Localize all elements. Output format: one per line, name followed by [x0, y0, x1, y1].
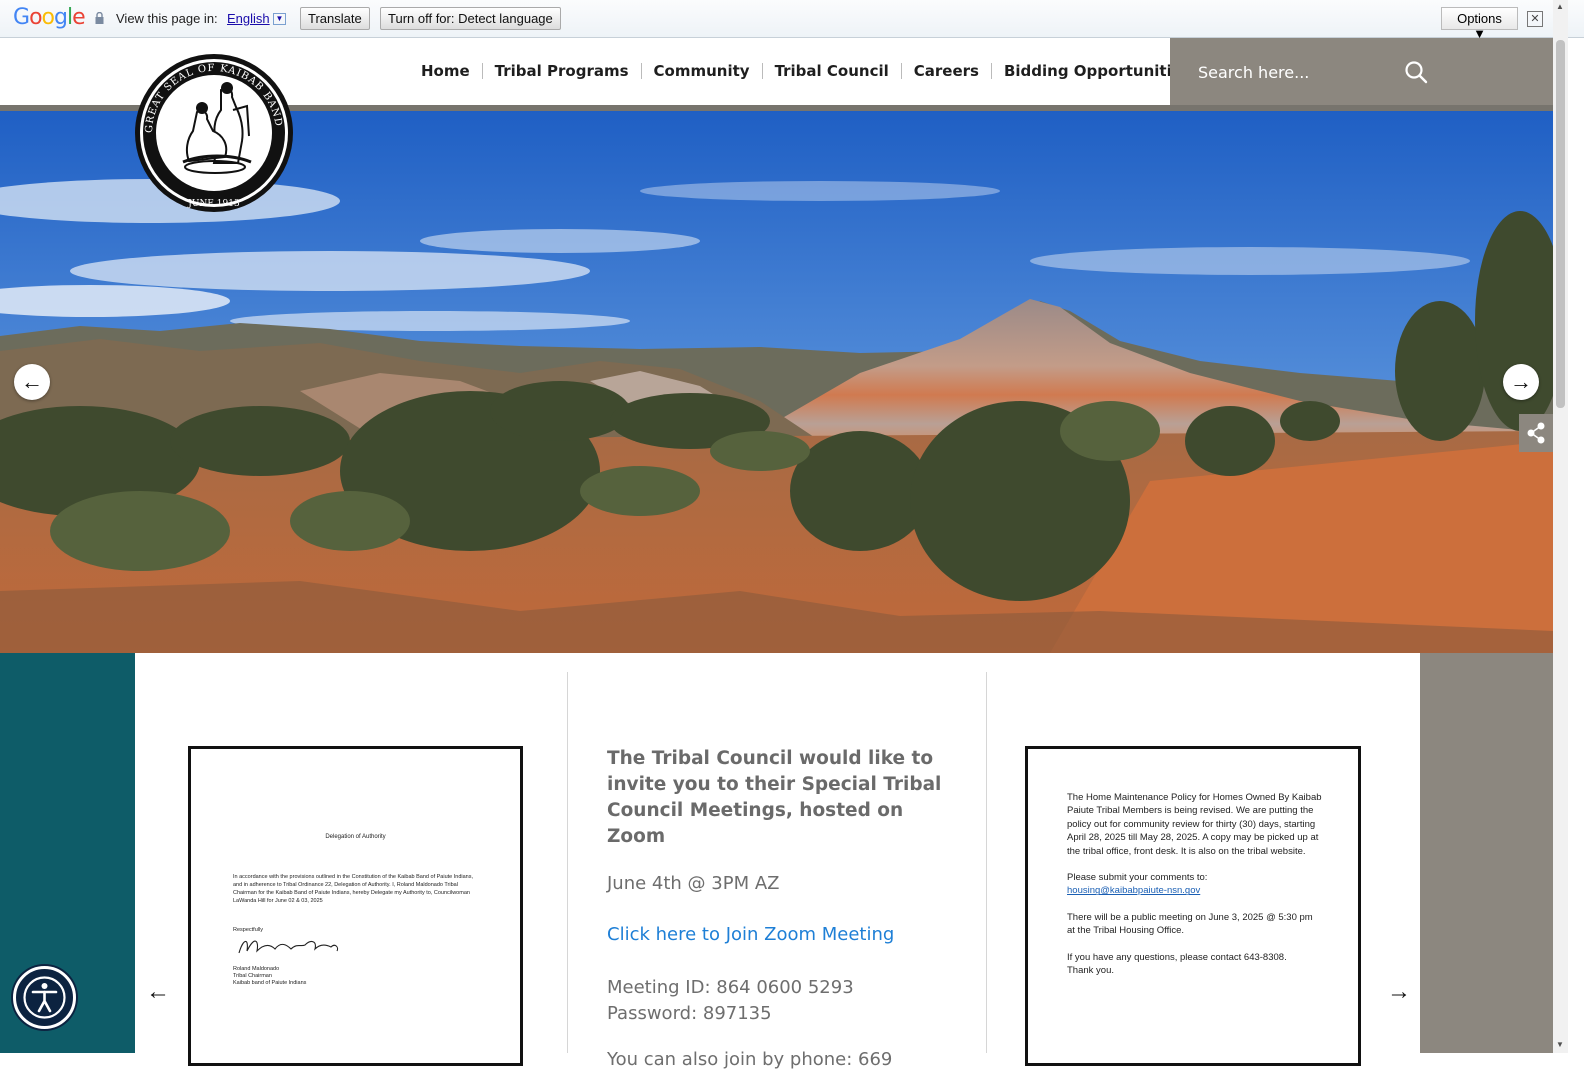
view-page-in-label: View this page in: — [116, 11, 218, 26]
tribal-seal-logo[interactable]: GREAT SEAL OF KAIBAB BAND OF PAIUTES JUN… — [133, 50, 295, 216]
column-divider — [986, 672, 987, 1053]
letter-body: In accordance with the provisions outlin… — [233, 874, 474, 904]
delegation-letter-image[interactable]: Delegation of Authority In accordance wi… — [188, 746, 523, 1066]
svg-text:JUNE 1913: JUNE 1913 — [187, 199, 240, 209]
translate-bar: Google View this page in: English ▼ Tran… — [0, 0, 1584, 41]
google-logo: Google — [13, 5, 86, 30]
hero-next-button[interactable]: → — [1503, 364, 1539, 400]
nav-tribal-programs[interactable]: Tribal Programs — [483, 63, 642, 79]
accessibility-button[interactable] — [13, 966, 76, 1029]
language-dropdown-icon[interactable]: ▼ — [273, 13, 286, 25]
meeting-phone: You can also join by phone: 669 — [607, 1049, 893, 1070]
hero-prev-button[interactable]: ← — [14, 364, 50, 400]
search-box — [1170, 38, 1553, 105]
nav-home[interactable]: Home — [409, 63, 483, 79]
signature-image — [238, 940, 339, 954]
meeting-credentials: Meeting ID: 864 0600 5293 Password: 8971… — [607, 975, 947, 1027]
nav-careers[interactable]: Careers — [902, 63, 992, 79]
column-divider — [567, 672, 568, 1053]
meeting-password: Password: 897135 — [607, 1003, 772, 1024]
language-link[interactable]: English — [227, 11, 270, 26]
search-input[interactable] — [1198, 58, 1398, 86]
scroll-down-icon[interactable]: ▼ — [1556, 1040, 1564, 1049]
letter-signatory: Roland Maldonado Tribal Chairman Kaibab … — [233, 966, 307, 986]
share-button[interactable] — [1519, 414, 1553, 452]
scrollbar-thumb[interactable] — [1556, 40, 1565, 408]
carousel-prev-button[interactable]: ← — [146, 978, 170, 1006]
announcement-title: The Tribal Council would like to invite … — [607, 748, 942, 847]
close-icon[interactable]: ✕ — [1527, 11, 1543, 27]
options-button[interactable]: Options ▼ — [1441, 7, 1518, 41]
letter-title: Delegation of Authority — [325, 834, 386, 840]
nav-tribal-council[interactable]: Tribal Council — [763, 63, 902, 79]
lock-icon — [95, 12, 104, 24]
zoom-meeting-announcement: The Tribal Council would like to invite … — [607, 746, 947, 1070]
page-scrollbar[interactable]: ▲ ▼ — [1553, 0, 1568, 1053]
scroll-up-icon[interactable]: ▲ — [1556, 2, 1564, 11]
accessibility-icon — [23, 976, 66, 1019]
housing-email-link[interactable]: housing@kaibabpaiute-nsn.gov — [1067, 885, 1200, 896]
translate-button[interactable]: Translate — [300, 7, 370, 30]
main-nav: Home Tribal Programs Community Tribal Co… — [409, 63, 1203, 79]
grey-side-panel — [1420, 653, 1553, 1053]
nav-community[interactable]: Community — [642, 63, 763, 79]
search-icon[interactable] — [1404, 60, 1428, 84]
turn-off-button[interactable]: Turn off for: Detect language — [380, 7, 561, 30]
share-icon — [1527, 422, 1545, 444]
notice-body: The Home Maintenance Policy for Homes Ow… — [1067, 792, 1322, 977]
zoom-join-link[interactable]: Click here to Join Zoom Meeting — [607, 924, 947, 945]
meeting-date: June 4th @ 3PM AZ — [607, 873, 780, 894]
carousel-next-button[interactable]: → — [1387, 978, 1411, 1006]
meeting-id: Meeting ID: 864 0600 5293 — [607, 977, 854, 998]
housing-policy-notice-image[interactable]: The Home Maintenance Policy for Homes Ow… — [1025, 746, 1361, 1066]
